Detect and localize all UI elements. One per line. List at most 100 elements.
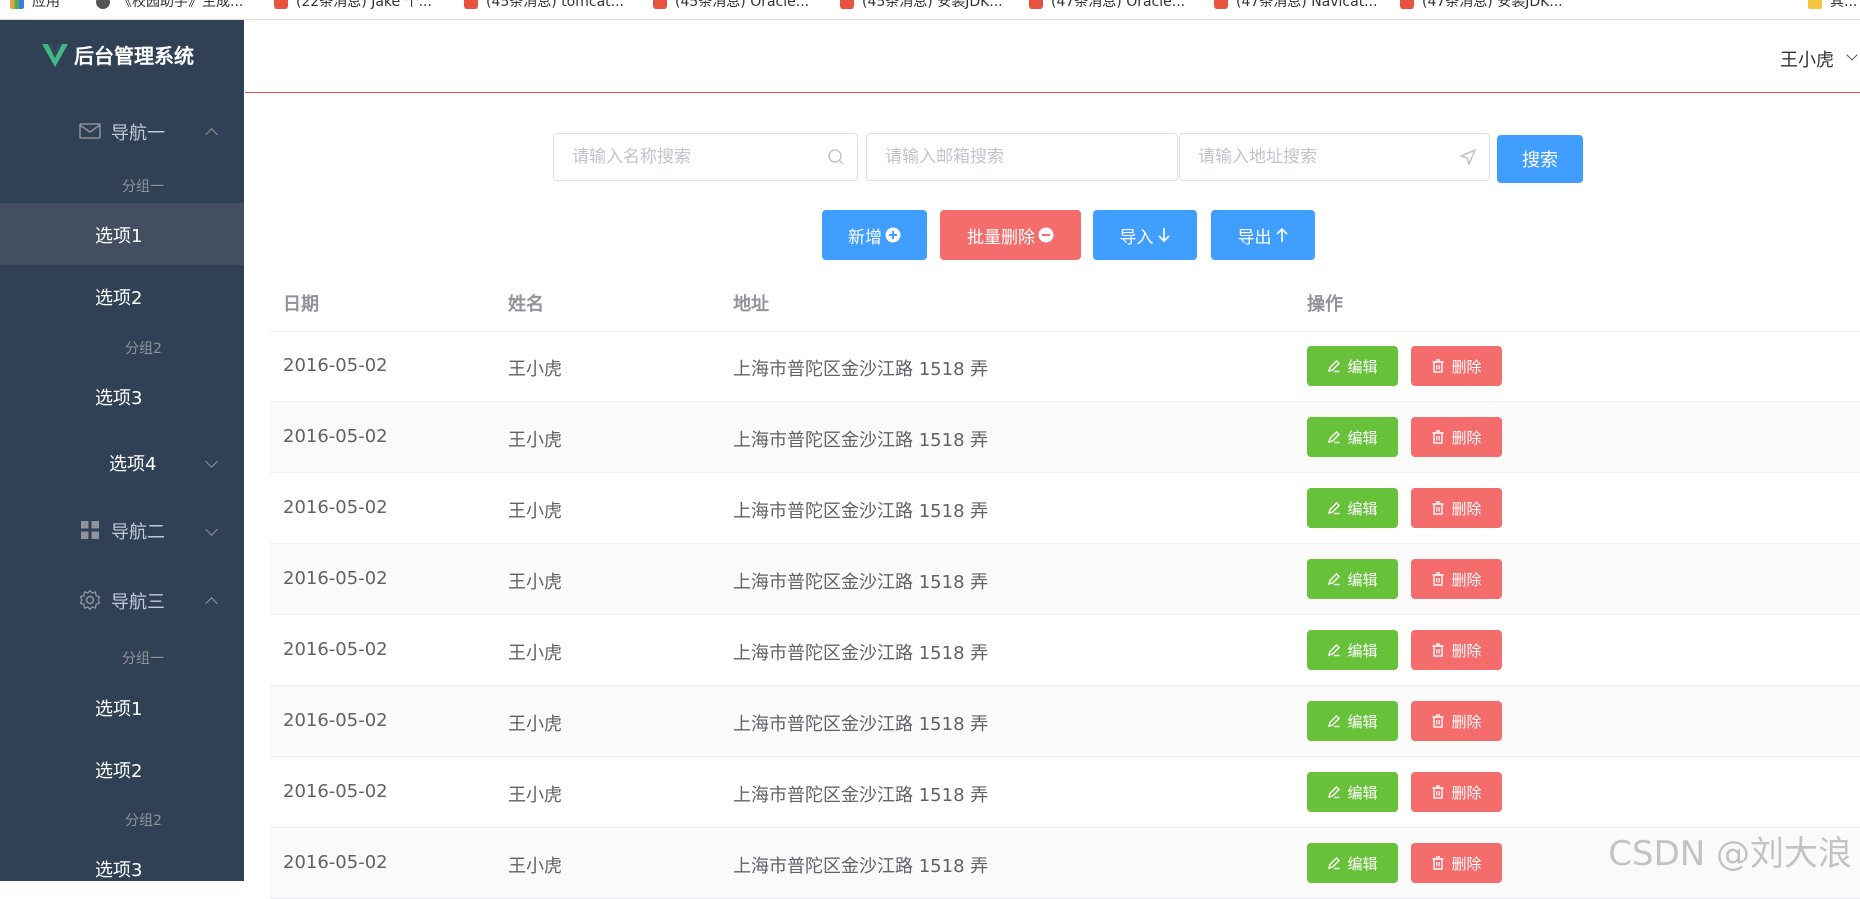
cell-date: 2016-05-02 xyxy=(283,781,388,802)
name-search-input[interactable] xyxy=(572,134,815,180)
cell-name: 王小虎 xyxy=(508,643,562,664)
edit-icon xyxy=(1328,786,1341,799)
bookmark-item[interactable]: (22条消息) Jake 个... xyxy=(274,0,432,11)
delete-button[interactable]: 删除 xyxy=(1411,417,1502,457)
apps-icon xyxy=(10,0,24,9)
search-button[interactable]: 搜索 xyxy=(1497,135,1583,183)
table-row: 2016-05-02 王小虎 上海市普陀区金沙江路 1518 弄 编辑 删除 xyxy=(270,686,1860,757)
location-arrow-icon[interactable] xyxy=(1459,148,1477,166)
chevron-down-icon xyxy=(205,455,218,468)
edit-button[interactable]: 编辑 xyxy=(1307,488,1398,528)
mail-icon xyxy=(79,123,101,139)
cell-name: 王小虎 xyxy=(508,572,562,593)
trash-icon xyxy=(1432,501,1444,515)
bookmarks-bar: 应用 《校园助手》生成... (22条消息) Jake 个... (45条消息)… xyxy=(0,0,1860,20)
cell-name: 王小虎 xyxy=(508,430,562,451)
cell-address: 上海市普陀区金沙江路 1518 弄 xyxy=(733,643,989,664)
bookmark-item[interactable]: (45条消息) Oracle... xyxy=(653,0,809,11)
bookmark-apps[interactable]: 应用 xyxy=(10,0,60,11)
edit-button[interactable]: 编辑 xyxy=(1307,701,1398,741)
header: 王小虎 xyxy=(245,20,1860,93)
table-row: 2016-05-02 王小虎 上海市普陀区金沙江路 1518 弄 编辑 删除 xyxy=(270,473,1860,544)
bookmark-item[interactable]: (45条消息) tomcat... xyxy=(464,0,624,11)
delete-button[interactable]: 删除 xyxy=(1411,488,1502,528)
delete-button[interactable]: 删除 xyxy=(1411,772,1502,812)
user-dropdown[interactable]: 王小虎 xyxy=(1780,46,1834,72)
bookmark-item[interactable]: (45条消息) 安装JDK... xyxy=(840,0,1003,11)
bookmark-item[interactable]: 《校园助手》生成... xyxy=(96,0,243,11)
table-row: 2016-05-02 王小虎 上海市普陀区金沙江路 1518 弄 编辑 删除 xyxy=(270,757,1860,828)
bookmark-folder[interactable]: 其... xyxy=(1808,0,1857,11)
name-search-field xyxy=(553,133,858,181)
csdn-icon xyxy=(464,0,478,9)
nav1-label: 导航一 xyxy=(111,123,165,144)
csdn-icon xyxy=(1029,0,1043,9)
sidebar-item-option1[interactable]: 选项1 xyxy=(0,203,244,265)
trash-icon xyxy=(1432,359,1444,373)
sidebar-item-option1[interactable]: 选项1 xyxy=(0,676,244,738)
edit-button[interactable]: 编辑 xyxy=(1307,559,1398,599)
cell-date: 2016-05-02 xyxy=(283,639,388,660)
bookmark-item[interactable]: (47条消息) 安装JDK... xyxy=(1400,0,1563,11)
cell-address: 上海市普陀区金沙江路 1518 弄 xyxy=(733,501,989,522)
arrow-up-icon xyxy=(1275,227,1288,242)
sidebar: 后台管理系统 导航一 分组一 选项1 选项2 分组2 选项3 选项4 导航二 导… xyxy=(0,20,244,881)
chevron-down-icon xyxy=(205,523,218,536)
edit-button[interactable]: 编辑 xyxy=(1307,843,1398,883)
nav3-menu[interactable]: 导航三 xyxy=(0,569,244,631)
header-address: 地址 xyxy=(733,294,769,315)
import-button[interactable]: 导入 xyxy=(1093,210,1197,260)
batch-delete-button[interactable]: 批量删除 xyxy=(940,210,1081,260)
nav1-menu[interactable]: 导航一 xyxy=(0,100,244,162)
cell-date: 2016-05-02 xyxy=(283,568,388,589)
edit-button[interactable]: 编辑 xyxy=(1307,346,1398,386)
bookmark-item[interactable]: (47条消息) Oracle... xyxy=(1029,0,1185,11)
group-title: 分组一 xyxy=(122,179,164,195)
cell-name: 王小虎 xyxy=(508,856,562,877)
delete-button[interactable]: 删除 xyxy=(1411,630,1502,670)
trash-icon xyxy=(1432,430,1444,444)
chevron-down-icon[interactable] xyxy=(1846,49,1858,61)
edit-button[interactable]: 编辑 xyxy=(1307,417,1398,457)
cell-name: 王小虎 xyxy=(508,359,562,380)
chevron-up-icon xyxy=(205,597,218,610)
cell-address: 上海市普陀区金沙江路 1518 弄 xyxy=(733,856,989,877)
group-title: 分组2 xyxy=(125,813,162,829)
edit-button[interactable]: 编辑 xyxy=(1307,630,1398,670)
edit-icon xyxy=(1328,502,1341,515)
sidebar-item-option4[interactable]: 选项4 xyxy=(0,431,244,493)
table-row: 2016-05-02 王小虎 上海市普陀区金沙江路 1518 弄 编辑 删除 xyxy=(270,331,1860,402)
group-title: 分组一 xyxy=(122,651,164,667)
minus-circle-icon xyxy=(1038,227,1054,243)
delete-button[interactable]: 删除 xyxy=(1411,843,1502,883)
export-button[interactable]: 导出 xyxy=(1211,210,1315,260)
cell-address: 上海市普陀区金沙江路 1518 弄 xyxy=(733,430,989,451)
search-icon[interactable] xyxy=(827,148,845,166)
trash-icon xyxy=(1432,785,1444,799)
email-search-input[interactable] xyxy=(885,134,1133,180)
address-search-field xyxy=(1179,133,1490,181)
delete-button[interactable]: 删除 xyxy=(1411,346,1502,386)
edit-icon xyxy=(1328,857,1341,870)
header-date: 日期 xyxy=(283,294,319,315)
logo[interactable]: 后台管理系统 xyxy=(0,20,244,94)
cell-address: 上海市普陀区金沙江路 1518 弄 xyxy=(733,714,989,735)
globe-icon xyxy=(96,0,110,9)
header-name: 姓名 xyxy=(508,294,544,315)
sidebar-item-option2[interactable]: 选项2 xyxy=(0,265,244,327)
address-search-input[interactable] xyxy=(1198,134,1446,180)
edit-button[interactable]: 编辑 xyxy=(1307,772,1398,812)
bookmark-item[interactable]: (47条消息) Navicat... xyxy=(1214,0,1378,11)
sidebar-item-option2[interactable]: 选项2 xyxy=(0,738,244,800)
nav2-menu[interactable]: 导航二 xyxy=(0,499,244,561)
sidebar-item-option3[interactable]: 选项3 xyxy=(0,365,244,427)
delete-button[interactable]: 删除 xyxy=(1411,559,1502,599)
group-title: 分组2 xyxy=(125,341,162,357)
delete-button[interactable]: 删除 xyxy=(1411,701,1502,741)
cell-date: 2016-05-02 xyxy=(283,355,388,376)
csdn-icon xyxy=(274,0,288,9)
header-actions: 操作 xyxy=(1307,294,1343,315)
table-row: 2016-05-02 王小虎 上海市普陀区金沙江路 1518 弄 编辑 删除 xyxy=(270,615,1860,686)
add-button[interactable]: 新增 xyxy=(822,210,927,260)
sidebar-item-option3[interactable]: 选项3 xyxy=(0,837,244,881)
